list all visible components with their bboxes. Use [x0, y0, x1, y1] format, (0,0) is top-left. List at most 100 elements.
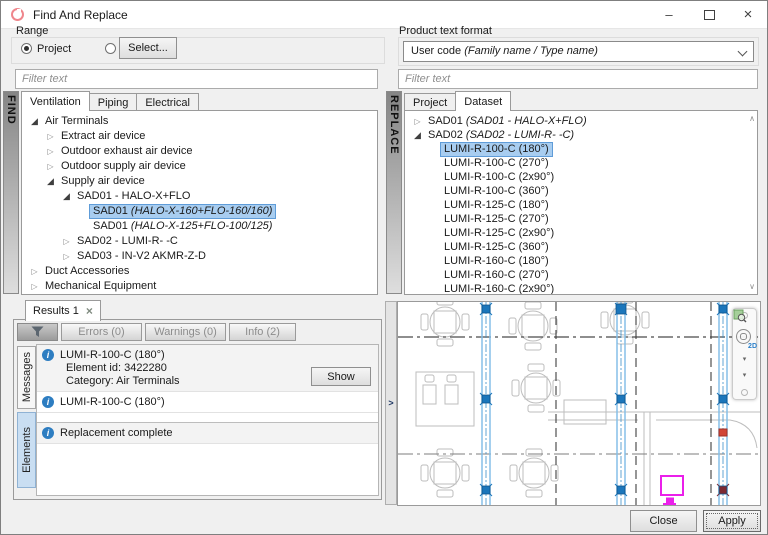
replace-tree-item-label[interactable]: LUMI-R-125-C (360°): [440, 240, 553, 255]
find-tree-item-label[interactable]: Supply air device: [57, 174, 149, 189]
collapse-icon[interactable]: ◢: [411, 130, 424, 141]
replace-tree-item[interactable]: ◢SAD02 (SAD02 - LUMI-R- -C): [405, 128, 757, 142]
find-tree-item[interactable]: ◢SAD01 - HALO-X+FLO: [22, 189, 377, 204]
tab-ventilation[interactable]: Ventilation: [21, 91, 90, 111]
find-tree-item[interactable]: ◢Air Terminals: [22, 114, 377, 129]
replace-filter-input[interactable]: [398, 69, 758, 89]
find-tree-item-label[interactable]: Air Terminals: [41, 114, 112, 129]
replace-tree-item-label[interactable]: LUMI-R-100-C (270°): [440, 156, 553, 171]
expand-icon[interactable]: ▷: [44, 147, 57, 156]
collapse-icon[interactable]: ◢: [44, 176, 57, 187]
replace-tree-item[interactable]: LUMI-R-160-C (2x90°): [405, 282, 757, 295]
replace-tree-item[interactable]: LUMI-R-100-C (180°): [405, 142, 757, 156]
tab-dataset[interactable]: Dataset: [455, 91, 511, 111]
replace-tree-item[interactable]: LUMI-R-160-C (270°): [405, 268, 757, 282]
find-tree-item-label[interactable]: Extract air device: [57, 129, 149, 144]
replace-tree-item-label[interactable]: LUMI-R-100-C (2x90°): [440, 170, 558, 185]
messages-side-tab[interactable]: Messages: [17, 346, 36, 409]
replace-tree-item-label[interactable]: SAD01 (SAD01 - HALO-X+FLO): [424, 114, 591, 129]
find-tree-item[interactable]: ▷Mechanical Equipment: [22, 279, 377, 294]
close-window-button[interactable]: ×: [729, 1, 767, 28]
navigation-bar[interactable]: 2D ▾ ▾: [732, 308, 757, 400]
replace-tree-item-label[interactable]: LUMI-R-125-C (270°): [440, 212, 553, 227]
replace-tree-item[interactable]: ▷SAD01 (SAD01 - HALO-X+FLO): [405, 114, 757, 128]
selection-radio[interactable]: [105, 43, 116, 54]
results-close-icon[interactable]: ×: [86, 305, 93, 317]
replace-tree-item[interactable]: LUMI-R-125-C (270°): [405, 212, 757, 226]
errors-filter-button[interactable]: Errors (0): [61, 323, 142, 341]
elements-side-tab[interactable]: Elements: [17, 412, 36, 488]
message-item[interactable]: iLUMI-R-100-C (180°): [37, 392, 378, 413]
apply-button[interactable]: Apply: [703, 510, 761, 532]
preview-splitter[interactable]: >: [385, 301, 397, 505]
find-tree-item-label[interactable]: Duct Accessories: [41, 264, 133, 279]
find-tree-item[interactable]: ▷Duct Accessories: [22, 264, 377, 279]
find-tree-item-label[interactable]: SAD01 (HALO-X-125+FLO-100/125): [89, 219, 276, 234]
find-tree-item[interactable]: ▷Outdoor supply air device: [22, 159, 377, 174]
find-tree-item[interactable]: ▷SAD02 - LUMI-R- -C: [22, 234, 377, 249]
replace-tree-item-label[interactable]: SAD02 (SAD02 - LUMI-R- -C): [424, 128, 578, 143]
show-button[interactable]: Show: [311, 367, 371, 386]
replace-tree-item[interactable]: LUMI-R-125-C (360°): [405, 240, 757, 254]
tab-piping[interactable]: Piping: [89, 93, 138, 111]
project-radio-label[interactable]: Project: [37, 43, 71, 55]
info-filter-button[interactable]: Info (2): [229, 323, 296, 341]
expand-icon[interactable]: ▷: [44, 162, 57, 171]
expand-icon[interactable]: ▷: [411, 117, 424, 126]
minimize-button[interactable]: –: [650, 1, 688, 28]
scroll-up-icon[interactable]: ∧: [749, 114, 755, 123]
replace-tree-item[interactable]: LUMI-R-125-C (2x90°): [405, 226, 757, 240]
expand-icon[interactable]: ▷: [28, 267, 41, 276]
message-item[interactable]: iLUMI-R-100-C (180°)Element id: 3422280C…: [37, 345, 378, 392]
message-item[interactable]: iReplacement complete: [37, 423, 378, 444]
close-button[interactable]: Close: [630, 510, 697, 532]
replace-tree-item-label[interactable]: LUMI-R-160-C (2x90°): [440, 282, 558, 296]
find-tree-item-label[interactable]: SAD02 - LUMI-R- -C: [73, 234, 182, 249]
replace-tree-item[interactable]: LUMI-R-100-C (270°): [405, 156, 757, 170]
filter-toolbar[interactable]: [17, 323, 58, 341]
find-tree-item-label[interactable]: SAD01 (HALO-X-160+FLO-160/160): [89, 204, 276, 219]
find-filter-input[interactable]: [15, 69, 378, 89]
find-tree-item-label[interactable]: Outdoor supply air device: [57, 159, 190, 174]
wheel-dropdown-icon[interactable]: ▾: [743, 357, 747, 363]
results-tab[interactable]: Results 1 ×: [25, 300, 101, 321]
replace-tree-item[interactable]: LUMI-R-100-C (360°): [405, 184, 757, 198]
find-tree-item-label[interactable]: Outdoor exhaust air device: [57, 144, 196, 159]
find-tree-item-label[interactable]: Mechanical Equipment: [41, 279, 160, 294]
replace-tree-item[interactable]: LUMI-R-100-C (2x90°): [405, 170, 757, 184]
find-tree-item[interactable]: ◢Supply air device: [22, 174, 377, 189]
replace-tree-item[interactable]: LUMI-R-160-C (180°): [405, 254, 757, 268]
replace-tree-item-label[interactable]: LUMI-R-100-C (180°): [440, 142, 553, 157]
find-tree-item-label[interactable]: SAD01 - HALO-X+FLO: [73, 189, 194, 204]
find-tree-item[interactable]: ▷Extract air device: [22, 129, 377, 144]
select-button[interactable]: Select...: [119, 37, 177, 59]
replace-tree-item-label[interactable]: LUMI-R-160-C (180°): [440, 254, 553, 269]
zoom-dropdown-icon[interactable]: ▾: [743, 373, 747, 379]
collapse-icon[interactable]: ◢: [28, 116, 41, 127]
find-tree-item[interactable]: ▷Outdoor exhaust air device: [22, 144, 377, 159]
product-text-format-dropdown[interactable]: User code (Family name / Type name): [403, 41, 754, 62]
tab-electrical[interactable]: Electrical: [136, 93, 199, 111]
tab-project[interactable]: Project: [404, 93, 456, 111]
warnings-filter-button[interactable]: Warnings (0): [145, 323, 226, 341]
model-preview[interactable]: 2D ▾ ▾: [397, 301, 761, 506]
replace-tree-item-label[interactable]: LUMI-R-125-C (2x90°): [440, 226, 558, 241]
replace-tree-item[interactable]: LUMI-R-125-C (180°): [405, 198, 757, 212]
maximize-button[interactable]: [690, 1, 728, 28]
find-tree-item-label[interactable]: SAD03 - IN-V2 AKMR-Z-D: [73, 249, 210, 264]
zoom-region-icon[interactable]: [733, 309, 747, 323]
project-radio[interactable]: [21, 43, 32, 54]
find-tree-item[interactable]: SAD01 (HALO-X-160+FLO-160/160): [22, 204, 377, 219]
steering-wheel-icon[interactable]: 2D: [736, 329, 753, 346]
find-tree-item[interactable]: SAD01 (HALO-X-125+FLO-100/125): [22, 219, 377, 234]
find-tree-item[interactable]: ▷SAD03 - IN-V2 AKMR-Z-D: [22, 249, 377, 264]
expand-icon[interactable]: ▷: [60, 252, 73, 261]
replace-tree-item-label[interactable]: LUMI-R-125-C (180°): [440, 198, 553, 213]
replace-tree-item-label[interactable]: LUMI-R-100-C (360°): [440, 184, 553, 199]
scroll-down-icon[interactable]: ∨: [749, 282, 755, 291]
expand-icon[interactable]: ▷: [60, 237, 73, 246]
replace-tree-item-label[interactable]: LUMI-R-160-C (270°): [440, 268, 553, 283]
collapse-icon[interactable]: ◢: [60, 191, 73, 202]
expand-icon[interactable]: ▷: [28, 282, 41, 291]
expand-icon[interactable]: ▷: [44, 132, 57, 141]
